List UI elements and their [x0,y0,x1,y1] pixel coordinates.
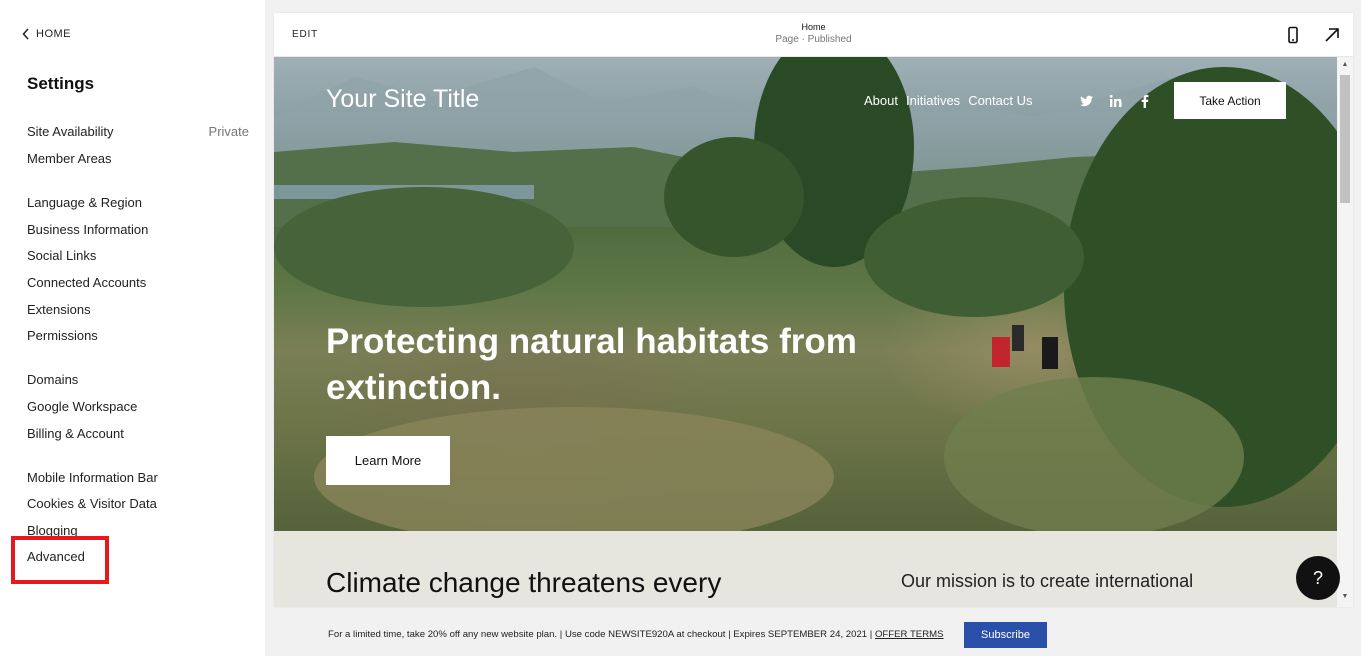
menu-item-permissions[interactable]: Permissions [27,325,249,345]
menu-item-label: Google Workspace [27,398,138,414]
learn-more-button[interactable]: Learn More [326,436,450,485]
menu-item-social-links[interactable]: Social Links [27,245,249,265]
site-nav: About Initiatives Contact Us [864,93,1033,108]
menu-item-label: Mobile Information Bar [27,469,158,485]
nav-link-initiatives[interactable]: Initiatives [906,93,960,108]
page-name: Home [801,22,826,32]
highlight-box-advanced [11,536,109,584]
promo-message: For a limited time, take 20% off any new… [328,629,875,640]
back-home-link[interactable]: HOME [22,28,71,40]
menu-item-site-availability[interactable]: Site Availability Private [27,121,249,141]
preview-scrollbar[interactable]: ▲ ▼ [1337,57,1353,607]
offer-terms-link[interactable]: OFFER TERMS [875,629,944,640]
nav-link-about[interactable]: About [864,93,898,108]
section-heading: Climate change threatens every [326,567,722,598]
menu-item-label: Language & Region [27,194,142,210]
settings-title: Settings [27,74,95,93]
hero-heading: Protecting natural habitats from extinct… [326,322,857,407]
menu-item-connected-accounts[interactable]: Connected Accounts [27,272,249,292]
expand-arrow-icon[interactable] [1323,26,1341,44]
back-home-label: HOME [36,28,71,40]
chevron-left-icon [22,28,29,40]
mission-section: Climate change threatens every Our missi… [274,531,1337,607]
menu-item-member-areas[interactable]: Member Areas [27,148,249,168]
menu-item-label: Member Areas [27,150,112,166]
site-title[interactable]: Your Site Title [326,85,479,114]
take-action-button[interactable]: Take Action [1174,82,1286,119]
page-info: Home Page · Published [274,22,1353,45]
subscribe-button[interactable]: Subscribe [964,622,1047,648]
menu-item-language-region[interactable]: Language & Region [27,192,249,212]
site-availability-value: Private [208,123,249,139]
promo-bar: For a limited time, take 20% off any new… [0,612,1361,656]
menu-item-label: Cookies & Visitor Data [27,495,157,511]
nav-link-contact-us[interactable]: Contact Us [968,93,1032,108]
twitter-icon[interactable] [1080,94,1094,108]
page-status: Page · Published [775,34,852,45]
linkedin-icon[interactable] [1109,94,1123,108]
menu-item-extensions[interactable]: Extensions [27,299,249,319]
hero-section: Your Site Title About Initiatives Contac… [274,57,1337,531]
menu-item-domains[interactable]: Domains [27,369,249,389]
menu-item-label: Site Availability [27,123,114,139]
menu-item-label: Permissions [27,327,98,343]
settings-sidebar: HOME Settings Site Availability Private … [0,0,265,656]
site-preview-frame: EDIT Home Page · Published Your Site Tit… [274,13,1353,607]
mobile-view-icon[interactable] [1284,26,1302,44]
menu-item-cookies-visitor-data[interactable]: Cookies & Visitor Data [27,493,249,513]
menu-item-billing-account[interactable]: Billing & Account [27,423,249,443]
scroll-thumb[interactable] [1340,75,1350,203]
menu-item-label: Connected Accounts [27,274,147,290]
menu-item-label: Extensions [27,301,91,317]
menu-item-label: Billing & Account [27,425,124,441]
promo-text: For a limited time, take 20% off any new… [328,629,944,640]
menu-item-business-information[interactable]: Business Information [27,219,249,239]
preview-toolbar: EDIT Home Page · Published [274,13,1353,57]
menu-item-label: Domains [27,371,79,387]
menu-item-label: Social Links [27,247,97,263]
facebook-icon[interactable] [1138,94,1152,108]
scroll-up-arrow-icon[interactable]: ▲ [1341,61,1349,69]
mission-text: Our mission is to create international [901,571,1194,591]
help-button[interactable]: ? [1296,556,1340,600]
menu-item-label: Business Information [27,221,149,237]
scroll-down-arrow-icon[interactable]: ▼ [1341,593,1349,601]
menu-item-google-workspace[interactable]: Google Workspace [27,396,249,416]
menu-item-mobile-information-bar[interactable]: Mobile Information Bar [27,467,249,487]
